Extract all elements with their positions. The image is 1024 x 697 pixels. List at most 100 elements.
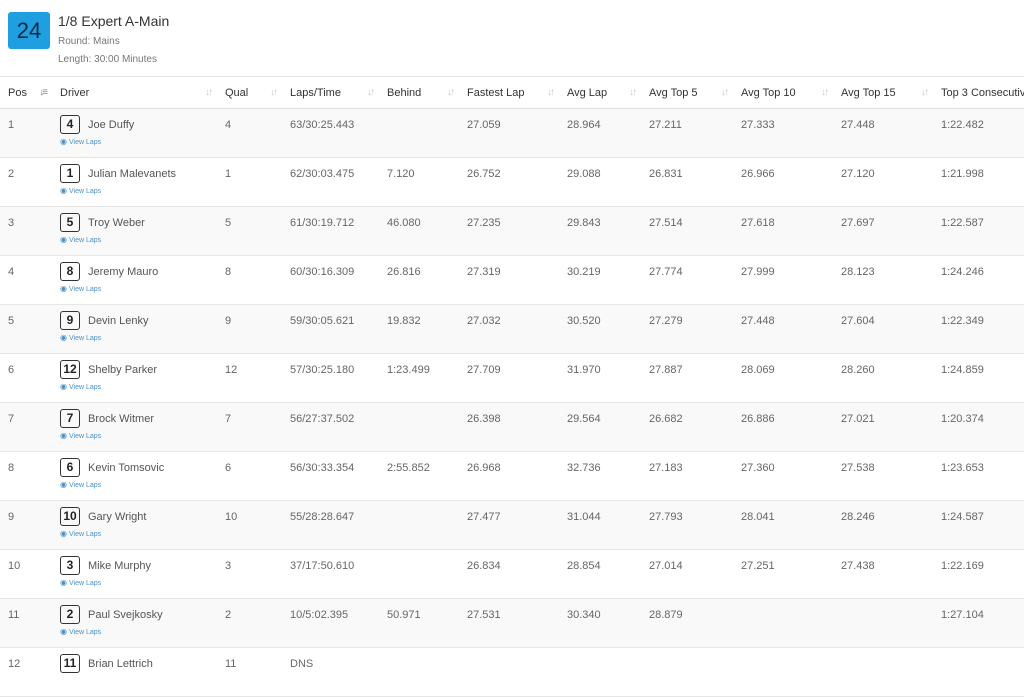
sort-icon[interactable]: ↓↑ xyxy=(447,87,455,98)
car-number: 8 xyxy=(60,262,80,281)
avg-top-5-cell: 27.211 xyxy=(649,119,682,131)
view-laps-link[interactable]: ◉ View Laps xyxy=(60,627,217,636)
view-laps-link[interactable]: ◉ View Laps xyxy=(60,137,217,146)
driver-name[interactable]: Jeremy Mauro xyxy=(88,266,158,278)
driver-name[interactable]: Gary Wright xyxy=(88,511,146,523)
car-number: 2 xyxy=(60,605,80,624)
sort-icon[interactable]: ↓↑ xyxy=(270,87,278,98)
driver-name[interactable]: Joe Duffy xyxy=(88,119,134,131)
driver-name[interactable]: Kevin Tomsovic xyxy=(88,462,164,474)
avg-top-5-cell: 27.793 xyxy=(649,511,683,523)
car-number: 6 xyxy=(60,458,80,477)
driver-name[interactable]: Brock Witmer xyxy=(88,413,154,425)
fastest-lap-cell: 26.398 xyxy=(467,413,501,425)
driver-name[interactable]: Troy Weber xyxy=(88,217,145,229)
pos-cell: 10 xyxy=(8,560,21,572)
driver-name[interactable]: Paul Svejkosky xyxy=(88,609,163,621)
sort-icon[interactable]: ↓↑ xyxy=(367,87,375,98)
avg-top-15-cell: 27.538 xyxy=(841,462,875,474)
avg-top-15-cell: 27.604 xyxy=(841,315,875,327)
avg-lap-cell: 30.520 xyxy=(567,315,601,327)
driver-name[interactable]: Devin Lenky xyxy=(88,315,149,327)
heat-round: Round: Mains xyxy=(58,36,120,47)
car-number: 3 xyxy=(60,556,80,575)
view-laps-link[interactable]: ◉ View Laps xyxy=(60,431,217,440)
view-laps-link[interactable]: ◉ View Laps xyxy=(60,578,217,587)
sort-icon[interactable]: ↓↑ xyxy=(821,87,829,98)
table-row: 3 5 Troy Weber ◉ View Laps 5 61/30:19.712 46.08… xyxy=(0,206,1024,256)
sort-icon[interactable]: ↓↑ xyxy=(921,87,929,98)
behind-cell: 1:23.499 xyxy=(387,364,430,376)
table-row: 4 8 Jeremy Mauro ◉ View Laps 8 60/30:16.309 26.… xyxy=(0,256,1024,305)
driver-cell: 10 Gary Wright ◉ View Laps xyxy=(52,501,217,550)
column-header-avg-lap[interactable]: Avg Lap ↓↑ xyxy=(559,77,641,109)
fastest-lap-cell: 27.032 xyxy=(467,315,501,327)
driver-cell: 8 Jeremy Mauro ◉ View Laps xyxy=(52,256,217,305)
view-laps-label: View Laps xyxy=(68,384,102,391)
driver-cell: 6 Kevin Tomsovic ◉ View Laps xyxy=(52,452,217,501)
avg-top-10-cell: 27.333 xyxy=(741,119,775,131)
column-header-top-3-consecutive[interactable]: Top 3 Consecutive xyxy=(933,77,1024,109)
column-header-avg-top-5[interactable]: Avg Top 5 ↓↑ xyxy=(641,77,733,109)
column-header-behind[interactable]: Behind ↓↑ xyxy=(379,77,459,109)
avg-top-15-cell xyxy=(833,648,933,697)
eye-icon: ◉ xyxy=(60,578,67,587)
avg-top-5-cell: 26.682 xyxy=(649,413,683,425)
eye-icon: ◉ xyxy=(60,137,67,146)
behind-cell: 7.120 xyxy=(387,168,415,180)
column-header-laps-time[interactable]: Laps/Time ↓↑ xyxy=(282,77,379,109)
column-header-driver[interactable]: Driver ↓↑ xyxy=(52,77,217,109)
view-laps-label: View Laps xyxy=(68,237,102,244)
avg-top-5-cell: 27.183 xyxy=(649,462,683,474)
top-3-consecutive-cell: 1:27.104 xyxy=(941,609,984,621)
avg-top-10-cell xyxy=(733,648,833,697)
sort-ascending-icon[interactable]: ↓≡ xyxy=(39,87,48,98)
car-number: 4 xyxy=(60,115,80,134)
qual-cell: 8 xyxy=(225,266,232,278)
view-laps-link[interactable]: ◉ View Laps xyxy=(60,382,217,391)
laps-time-cell: 59/30:05.621 xyxy=(290,315,355,327)
car-number: 9 xyxy=(60,311,80,330)
driver-name[interactable]: Mike Murphy xyxy=(88,560,151,572)
pos-cell: 2 xyxy=(8,168,15,180)
view-laps-link[interactable]: ◉ View Laps xyxy=(60,480,217,489)
view-laps-link[interactable]: ◉ View Laps xyxy=(60,186,217,195)
avg-lap-cell: 32.736 xyxy=(567,462,601,474)
results-table: Pos ↓≡ Driver ↓↑ Qual ↓↑ Laps/Time ↓↑ Behind… xyxy=(0,76,1024,697)
view-laps-link[interactable]: ◉ View Laps xyxy=(60,333,217,342)
view-laps-label: View Laps xyxy=(68,580,102,587)
column-header-avg-top-15[interactable]: Avg Top 15 ↓↑ xyxy=(833,77,933,109)
column-header-pos[interactable]: Pos ↓≡ xyxy=(0,77,52,109)
avg-top-15-cell: 27.448 xyxy=(841,119,875,131)
avg-top-10-cell: 27.251 xyxy=(741,560,775,572)
driver-name[interactable]: Julian Malevanets xyxy=(88,168,176,180)
top-3-consecutive-cell: 1:20.374 xyxy=(941,413,984,425)
sort-icon[interactable]: ↓↑ xyxy=(205,87,213,98)
sort-icon[interactable]: ↓↑ xyxy=(629,87,637,98)
sort-icon[interactable]: ↓↑ xyxy=(721,87,729,98)
view-laps-link[interactable]: ◉ View Laps xyxy=(60,235,217,244)
view-laps-link[interactable]: ◉ View Laps xyxy=(60,529,217,538)
view-laps-link[interactable]: ◉ View Laps xyxy=(60,284,217,293)
view-laps-label: View Laps xyxy=(68,531,102,538)
top-3-consecutive-cell: 1:22.169 xyxy=(941,560,984,572)
column-header-avg-top-10[interactable]: Avg Top 10 ↓↑ xyxy=(733,77,833,109)
driver-name[interactable]: Brian Lettrich xyxy=(88,658,153,670)
sort-icon[interactable]: ↓↑ xyxy=(547,87,555,98)
pos-cell: 11 xyxy=(8,609,20,621)
laps-time-cell: 61/30:19.712 xyxy=(290,217,355,229)
avg-lap-cell: 28.964 xyxy=(567,119,601,131)
qual-cell: 2 xyxy=(225,609,232,621)
laps-time-cell: 56/30:33.354 xyxy=(290,462,355,474)
fastest-lap-cell: 27.709 xyxy=(467,364,501,376)
qual-cell: 3 xyxy=(225,560,232,572)
driver-name[interactable]: Shelby Parker xyxy=(88,364,157,376)
avg-top-5-cell: 26.831 xyxy=(649,168,683,180)
avg-top-10-cell: 27.618 xyxy=(741,217,775,229)
top-3-consecutive-cell xyxy=(933,648,1024,697)
behind-cell: 19.832 xyxy=(387,315,421,327)
column-header-fastest-lap[interactable]: Fastest Lap ↓↑ xyxy=(459,77,559,109)
behind-cell: 26.816 xyxy=(387,266,421,278)
column-header-qual[interactable]: Qual ↓↑ xyxy=(217,77,282,109)
fastest-lap-cell: 26.834 xyxy=(467,560,501,572)
